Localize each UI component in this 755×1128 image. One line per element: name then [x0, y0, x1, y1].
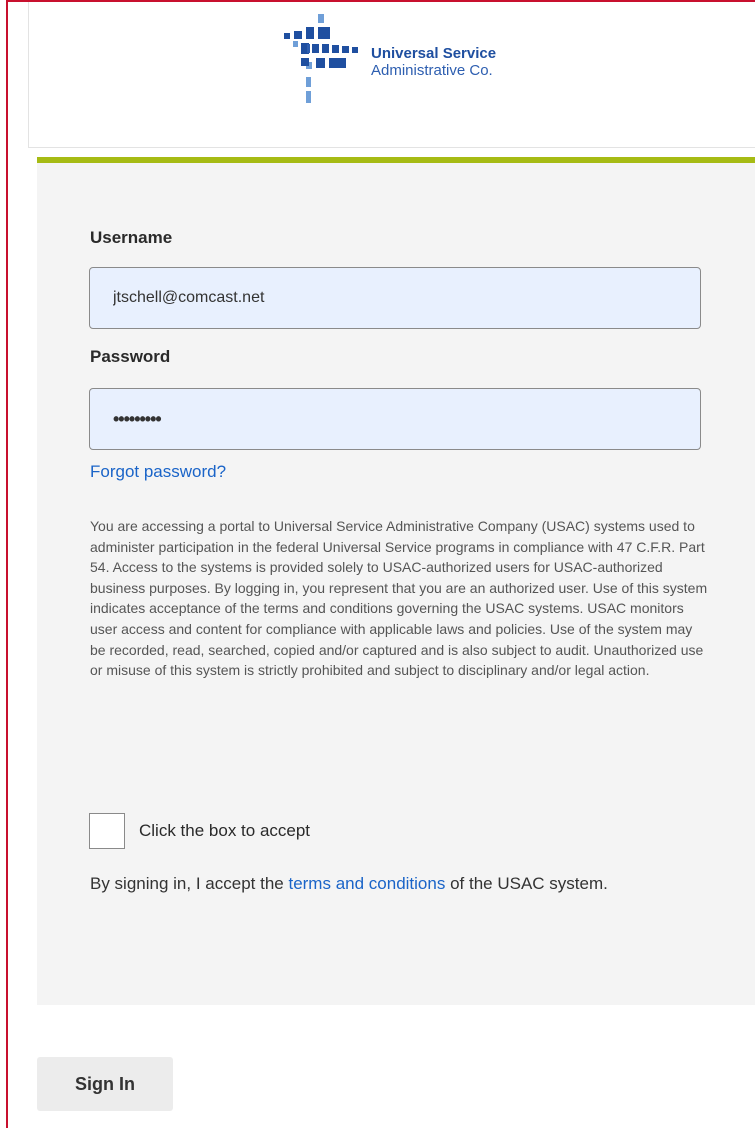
page-frame: Universal Service Administrative Co. Use… — [0, 0, 755, 1128]
password-input[interactable] — [89, 388, 701, 450]
accept-checkbox-label: Click the box to accept — [139, 821, 311, 840]
terms-acceptance-suffix: of the USAC system. — [450, 874, 608, 893]
terms-and-conditions-link[interactable]: terms and conditions — [288, 874, 445, 893]
terms-acceptance-text: By signing in, I accept the terms and co… — [90, 870, 670, 897]
username-label: Username — [90, 228, 173, 247]
frame-border-left — [6, 0, 8, 1128]
usac-logo-mark-icon — [284, 14, 358, 103]
legal-disclaimer: You are accessing a portal to Universal … — [90, 518, 708, 679]
brand-name-line2: Administrative Co. — [371, 62, 493, 79]
sign-in-button[interactable]: Sign In — [37, 1057, 173, 1111]
header: Universal Service Administrative Co. — [28, 2, 755, 148]
password-label: Password — [90, 347, 171, 366]
username-input[interactable] — [89, 267, 701, 329]
accept-checkbox[interactable] — [89, 813, 125, 849]
login-form: Username Password Forgot password? You a… — [37, 163, 755, 1005]
brand-name-line1: Universal Service — [371, 45, 497, 62]
forgot-password-link[interactable]: Forgot password? — [90, 462, 226, 482]
usac-logo: Universal Service Administrative Co. — [284, 14, 544, 104]
terms-acceptance-prefix: By signing in, I accept the — [90, 874, 284, 893]
usac-logo-text: Universal Service Administrative Co. — [371, 45, 496, 79]
